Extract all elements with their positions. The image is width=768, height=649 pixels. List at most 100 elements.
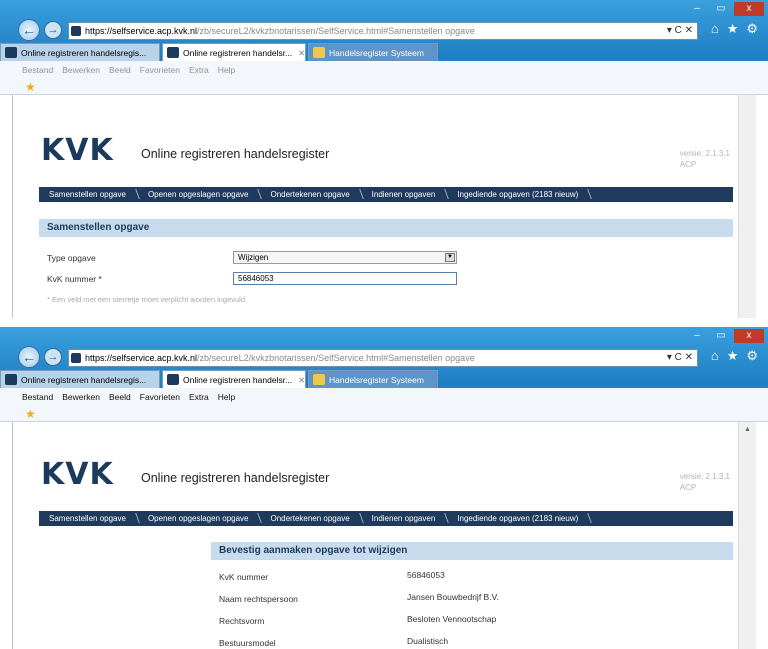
- browser-toolbar: ⌂ ★ ⚙: [711, 21, 758, 37]
- tab-close-icon[interactable]: ✕: [298, 375, 305, 385]
- scroll-up-icon[interactable]: ▲: [744, 426, 751, 433]
- close-window-button[interactable]: x: [734, 2, 764, 16]
- kvk-nummer-input[interactable]: 56846053: [233, 272, 457, 285]
- version-number: versie: 2.1.3.1: [679, 472, 730, 481]
- tab-label: Online registreren handelsregis...: [21, 375, 147, 385]
- bestuursmodel-label: Bestuursmodel: [219, 638, 276, 648]
- page-title: Online registreren handelsregister: [141, 147, 330, 161]
- step-navigation: Samenstellen opgave Openen opgeslagen op…: [39, 187, 733, 202]
- environment-label: ACP: [679, 483, 697, 492]
- tab-close-icon[interactable]: ✕: [298, 48, 305, 58]
- page-content: KVK Online registreren handelsregister v…: [12, 95, 756, 318]
- home-icon[interactable]: ⌂: [711, 348, 719, 364]
- folder-favicon-icon: [313, 374, 325, 385]
- favorites-star-icon[interactable]: ★: [25, 80, 36, 94]
- version-info: versie: 2.1.3.1 ACP: [680, 148, 730, 170]
- step-ondertekenen[interactable]: Ondertekenen opgave: [260, 187, 361, 202]
- tab-online-registreren-2[interactable]: Online registreren handelsr... ✕: [162, 370, 306, 388]
- tab-label: Handelsregister Systeem: [329, 48, 424, 58]
- step-samenstellen[interactable]: Samenstellen opgave: [39, 511, 138, 526]
- star-icon[interactable]: ★: [727, 348, 739, 364]
- type-opgave-label: Type opgave: [47, 253, 96, 263]
- step-openen[interactable]: Openen opgeslagen opgave: [138, 511, 261, 526]
- menu-help[interactable]: Help: [218, 392, 235, 402]
- environment-label: ACP: [679, 160, 697, 169]
- menu-favorieten[interactable]: Favorieten: [140, 65, 180, 75]
- dropdown-arrow-icon[interactable]: ▼: [445, 253, 455, 262]
- forward-icon[interactable]: →: [44, 21, 62, 39]
- scrollbar[interactable]: ▲: [738, 422, 756, 649]
- bestuursmodel-value: Dualistisch: [407, 636, 449, 646]
- gear-icon[interactable]: ⚙: [746, 348, 758, 364]
- tab-label: Online registreren handelsr...: [183, 48, 293, 58]
- menu-beeld[interactable]: Beeld: [109, 65, 131, 75]
- page-title: Online registreren handelsregister: [141, 471, 330, 485]
- favorites-star-icon[interactable]: ★: [25, 407, 36, 421]
- step-ondertekenen[interactable]: Ondertekenen opgave: [260, 511, 361, 526]
- url-host: https://selfservice.acp.kvk.nl: [85, 26, 198, 36]
- tab-label: Online registreren handelsr...: [183, 375, 293, 385]
- type-opgave-select[interactable]: Wijzigen ▼: [233, 251, 457, 264]
- step-openen[interactable]: Openen opgeslagen opgave: [138, 187, 261, 202]
- step-indienen[interactable]: Indienen opgaven: [362, 511, 448, 526]
- browser-chrome: – ▭ x ← → https://selfservice.acp.kvk.nl…: [0, 327, 768, 422]
- step-ingediend[interactable]: Ingediende opgaven (2183 nieuw): [447, 187, 590, 202]
- menu-bewerken[interactable]: Bewerken: [62, 65, 100, 75]
- kvk-nummer-label: KvK nummer *: [47, 274, 102, 284]
- browser-toolbar: ⌂ ★ ⚙: [711, 348, 758, 364]
- rechtsvorm-label: Rechtsvorm: [219, 616, 265, 626]
- step-indienen[interactable]: Indienen opgaven: [362, 187, 448, 202]
- close-window-button[interactable]: x: [734, 329, 764, 343]
- tab-online-registreren-1[interactable]: Online registreren handelsregis...: [0, 43, 160, 61]
- tab-online-registreren-1[interactable]: Online registreren handelsregis...: [0, 370, 160, 388]
- back-icon[interactable]: ←: [18, 19, 40, 41]
- menu-beeld[interactable]: Beeld: [109, 392, 131, 402]
- address-bar[interactable]: https://selfservice.acp.kvk.nl/zb/secure…: [68, 349, 698, 367]
- menu-help[interactable]: Help: [218, 65, 235, 75]
- kvk-logo: KVK: [41, 457, 114, 492]
- home-icon[interactable]: ⌂: [711, 21, 719, 37]
- rechtsvorm-value: Besloten Vennootschap: [407, 614, 497, 624]
- menu-bestand[interactable]: Bestand: [22, 65, 53, 75]
- kvk-favicon-icon: [167, 374, 179, 385]
- tab-handelsregister-systeem[interactable]: Handelsregister Systeem: [308, 43, 438, 61]
- menu-favorieten[interactable]: Favorieten: [140, 392, 180, 402]
- menu-bar: Bestand Bewerken Beeld Favorieten Extra …: [0, 61, 768, 95]
- kvk-favicon-icon: [5, 374, 17, 385]
- back-icon[interactable]: ←: [18, 346, 40, 368]
- gear-icon[interactable]: ⚙: [746, 21, 758, 37]
- tab-label: Online registreren handelsregis...: [21, 48, 147, 58]
- tab-handelsregister-systeem[interactable]: Handelsregister Systeem: [308, 370, 438, 388]
- forward-icon[interactable]: →: [44, 348, 62, 366]
- window-controls: – ▭ x: [686, 329, 764, 343]
- version-number: versie: 2.1.3.1: [679, 149, 730, 158]
- version-info: versie: 2.1.3.1 ACP: [680, 471, 730, 493]
- maximize-button[interactable]: ▭: [710, 2, 732, 16]
- minimize-button[interactable]: –: [686, 2, 708, 16]
- maximize-button[interactable]: ▭: [710, 329, 732, 343]
- menu-extra[interactable]: Extra: [189, 65, 209, 75]
- minimize-button[interactable]: –: [686, 329, 708, 343]
- confirm-heading: Bevestig aanmaken opgave tot wijzigen: [211, 542, 733, 560]
- address-bar[interactable]: https://selfservice.acp.kvk.nl/zb/secure…: [68, 22, 698, 40]
- page-icon: [71, 353, 81, 363]
- url-path: /zb/secureL2/kvkzbnotarissen/SelfService…: [197, 26, 475, 36]
- menu-bestand[interactable]: Bestand: [22, 392, 53, 402]
- tab-strip: Online registreren handelsregis... Onlin…: [0, 370, 440, 388]
- star-icon[interactable]: ★: [727, 21, 739, 37]
- required-hint: * Een veld met een sterretje moet verpli…: [47, 295, 248, 304]
- address-actions[interactable]: ▾ C ✕: [667, 23, 693, 39]
- step-samenstellen[interactable]: Samenstellen opgave: [39, 187, 138, 202]
- menu-bewerken[interactable]: Bewerken: [62, 392, 100, 402]
- scrollbar[interactable]: [738, 95, 756, 318]
- tab-label: Handelsregister Systeem: [329, 375, 424, 385]
- url-host: https://selfservice.acp.kvk.nl: [85, 353, 198, 363]
- menu-extra[interactable]: Extra: [189, 392, 209, 402]
- type-opgave-value: Wijzigen: [238, 253, 269, 262]
- screenshot-compose: – ▭ x ← → https://selfservice.acp.kvk.nl…: [0, 0, 768, 318]
- tab-online-registreren-2[interactable]: Online registreren handelsr... ✕: [162, 43, 306, 61]
- address-actions[interactable]: ▾ C ✕: [667, 350, 693, 366]
- step-ingediend[interactable]: Ingediende opgaven (2183 nieuw): [447, 511, 590, 526]
- section-heading: Samenstellen opgave: [39, 219, 733, 237]
- screenshot-confirm: – ▭ x ← → https://selfservice.acp.kvk.nl…: [0, 327, 768, 649]
